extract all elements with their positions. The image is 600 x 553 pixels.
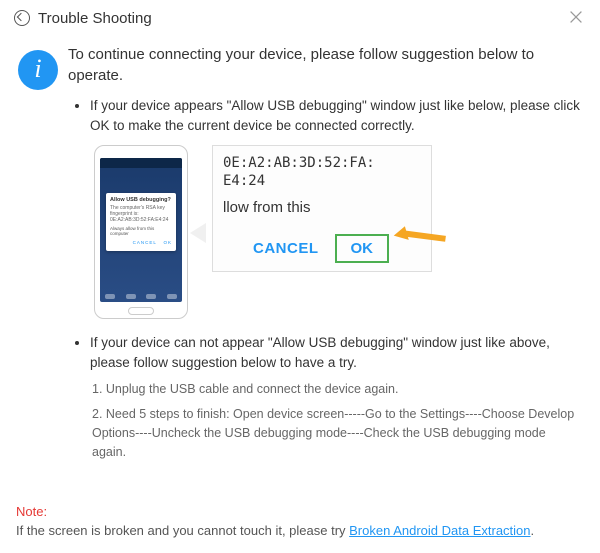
phone-screen: Allow USB debugging? The computer's RSA …: [100, 158, 182, 302]
substep-1: 1. Unplug the USB cable and connect the …: [92, 380, 582, 399]
phone-dialog-fingerprint-label: The computer's RSA key fingerprint is:: [110, 205, 172, 217]
step-1-illustration: Allow USB debugging? The computer's RSA …: [94, 145, 582, 319]
zoom-dialog: 0E:A2:AB:3D:52:FA: E4:24 llow from this …: [212, 145, 432, 271]
note-link[interactable]: Broken Android Data Extraction: [349, 523, 530, 538]
zoom-fingerprint-line1: 0E:A2:AB:3D:52:FA:: [223, 154, 421, 172]
step-1: If your device appears "Allow USB debugg…: [90, 96, 582, 319]
zoom-cancel-button: CANCEL: [253, 240, 319, 257]
zoom-buttons: CANCEL OK: [223, 234, 421, 263]
phone-dialog-checkbox: Always allow from this computer: [110, 226, 172, 236]
note-text-after: .: [531, 523, 535, 538]
note-label: Note:: [16, 504, 47, 519]
phone-dialog-cancel: CANCEL: [133, 240, 157, 245]
main-column: To continue connecting your device, plea…: [68, 44, 582, 475]
phone-dialog: Allow USB debugging? The computer's RSA …: [106, 193, 176, 251]
step-list: If your device appears "Allow USB debugg…: [68, 96, 582, 461]
phone-dialog-fingerprint: 0E:A2:AB:3D:52:FA:E4:24: [110, 217, 172, 223]
callout-pointer: [190, 223, 206, 243]
zoom-ok-button: OK: [335, 234, 390, 263]
phone-mockup: Allow USB debugging? The computer's RSA …: [94, 145, 188, 319]
note-text-before: If the screen is broken and you cannot t…: [16, 523, 349, 538]
arrow-icon: [386, 210, 450, 266]
step-2-text: If your device can not appear "Allow USB…: [90, 333, 582, 372]
step-2-substeps: 1. Unplug the USB cable and connect the …: [90, 380, 582, 461]
substep-2: 2. Need 5 steps to finish: Open device s…: [92, 405, 582, 461]
zoom-fingerprint-line2: E4:24: [223, 172, 421, 190]
phone-dialog-title: Allow USB debugging?: [110, 197, 172, 203]
titlebar: Trouble Shooting: [0, 0, 600, 34]
note-section: Note: If the screen is broken and you ca…: [16, 503, 584, 541]
content: i To continue connecting your device, pl…: [0, 34, 600, 475]
step-1-text: If your device appears "Allow USB debugg…: [90, 96, 582, 135]
step-2: If your device can not appear "Allow USB…: [90, 333, 582, 461]
app-icon: [14, 10, 30, 26]
phone-dialog-ok: OK: [163, 240, 172, 245]
info-icon: i: [18, 50, 58, 90]
close-button[interactable]: [566, 8, 586, 28]
zoom-prompt-text: llow from this: [223, 199, 421, 216]
window-title: Trouble Shooting: [38, 10, 566, 27]
lead-text: To continue connecting your device, plea…: [68, 44, 582, 86]
info-column: i: [18, 44, 68, 475]
